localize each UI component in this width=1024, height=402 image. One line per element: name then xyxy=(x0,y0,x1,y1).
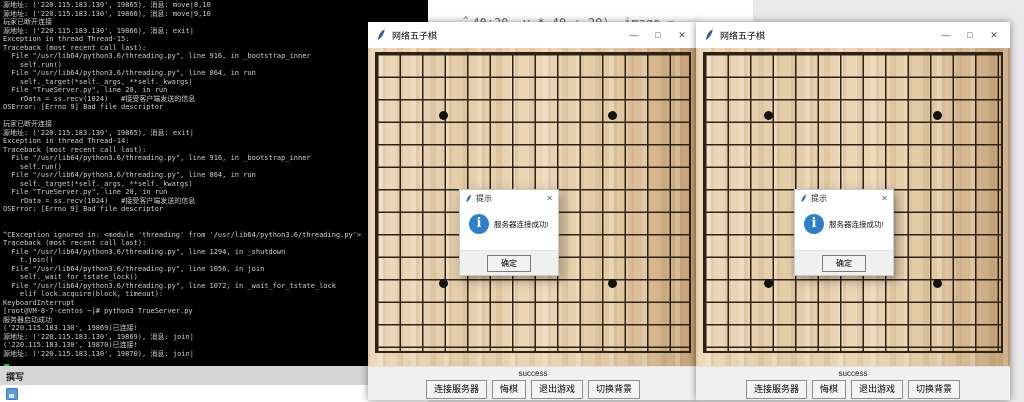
terminal-window[interactable]: 源地址: ('220.115.183.130', 19865), 消息: mov… xyxy=(0,0,428,366)
minimize-button[interactable]: — xyxy=(934,30,958,40)
star-point xyxy=(764,111,773,120)
dialog-message: 服务器连接成功! xyxy=(829,219,884,230)
undo-button[interactable]: 悔棋 xyxy=(812,380,846,399)
close-button[interactable]: ✕ xyxy=(670,30,694,41)
terminal-line: rData = ss.recv(1024) #接受客户端发送的信息 xyxy=(3,95,428,104)
terminal-line: 源地址: ('220.115.183.130', 19866), 消息: exi… xyxy=(3,27,428,36)
terminal-line: self.run() xyxy=(3,163,428,172)
star-point xyxy=(764,279,773,288)
control-bar: success 连接服务器 悔棋 退出游戏 切换背景 xyxy=(368,366,698,400)
terminal-line: Traceback (most recent call last): xyxy=(3,44,428,53)
dialog-message: 服务器连接成功! xyxy=(494,219,549,230)
terminal-line: t.join() xyxy=(3,256,428,265)
minimize-button[interactable]: — xyxy=(622,30,646,40)
terminal-line: 服务器启动成功 xyxy=(3,316,428,325)
terminal-line: File "TrueServer.py", line 20, in run xyxy=(3,86,428,95)
star-point xyxy=(933,279,942,288)
terminal-line: Exception in thread Thread-15: xyxy=(3,35,428,44)
exit-game-button[interactable]: 退出游戏 xyxy=(531,380,583,399)
terminal-line: 源地址: ('220.115.183.130', 19865), 消息: exi… xyxy=(3,129,428,138)
control-bar: success 连接服务器 悔棋 退出游戏 切换背景 xyxy=(696,366,1010,400)
terminal-line: [root@VM-8-7-centos ~]# python3 TrueServ… xyxy=(3,307,428,316)
window-titlebar: 网络五子棋 — □ ✕ xyxy=(368,22,698,48)
terminal-line xyxy=(3,214,428,223)
window-titlebar: 网络五子棋 — □ ✕ xyxy=(696,22,1010,48)
status-text: success xyxy=(368,369,698,378)
compose-label: 撰写 xyxy=(6,372,24,382)
terminal-line: File "TrueServer.py", line 20, in run xyxy=(3,188,428,197)
info-icon: i xyxy=(469,214,489,234)
connect-server-button[interactable]: 连接服务器 xyxy=(746,380,807,399)
star-point xyxy=(608,279,617,288)
ok-button[interactable]: 确定 xyxy=(487,255,531,272)
undo-button[interactable]: 悔棋 xyxy=(492,380,526,399)
terminal-line: elif lock.acquire(block, timeout): xyxy=(3,290,428,299)
terminal-line: KeyboardInterrupt xyxy=(3,299,428,308)
screen: ^40+20, y * 40 + 20), image = 源地址: ('220… xyxy=(0,0,1024,402)
terminal-line: Exception in thread Thread-14: xyxy=(3,137,428,146)
ok-button[interactable]: 确定 xyxy=(822,255,866,272)
terminal-line xyxy=(3,222,428,231)
compose-bar: 撰写 xyxy=(0,366,428,385)
game-window-2: 网络五子棋 — □ ✕ success 连接服务器 悔棋 退出游戏 切换背景 xyxy=(696,22,1010,400)
game-window-1: 网络五子棋 — □ ✕ success 连接服务器 悔棋 退出游戏 切换背景 xyxy=(368,22,698,400)
attachment-icon[interactable] xyxy=(6,388,18,400)
switch-background-button[interactable]: 切换背景 xyxy=(908,380,960,399)
dialog-title: 提示 xyxy=(811,193,881,204)
maximize-button[interactable]: □ xyxy=(646,30,670,40)
terminal-line: ('220.115.183.130', 19870)已连接! xyxy=(3,341,428,350)
dialog-close-button[interactable]: ✕ xyxy=(546,194,553,203)
terminal-line: File "/usr/lib64/python3.6/threading.py"… xyxy=(3,154,428,163)
close-button[interactable]: ✕ xyxy=(982,30,1006,41)
compose-area[interactable] xyxy=(0,385,428,402)
message-dialog: 提示 ✕ i 服务器连接成功! 确定 xyxy=(794,189,894,276)
exit-game-button[interactable]: 退出游戏 xyxy=(851,380,903,399)
dialog-titlebar: 提示 ✕ xyxy=(460,190,558,206)
terminal-line: self._wait_for_tstate_lock() xyxy=(3,273,428,282)
info-icon: i xyxy=(804,214,824,234)
terminal-line xyxy=(3,112,428,121)
terminal-line: 玩家已断开连接 xyxy=(3,18,428,27)
terminal-line: File "/usr/lib64/python3.6/threading.py"… xyxy=(3,248,428,257)
star-point xyxy=(933,111,942,120)
terminal-line: Traceback (most recent call last): xyxy=(3,146,428,155)
window-title: 网络五子棋 xyxy=(392,29,437,42)
feather-icon xyxy=(704,29,714,41)
terminal-line: File "/usr/lib64/python3.6/threading.py"… xyxy=(3,52,428,61)
window-title: 网络五子棋 xyxy=(720,29,765,42)
terminal-line: File "/usr/lib64/python3.6/threading.py"… xyxy=(3,171,428,180)
terminal-line: Traceback (most recent call last): xyxy=(3,239,428,248)
feather-icon xyxy=(376,29,386,41)
terminal-line: ^CException ignored in: <module 'threadi… xyxy=(3,231,428,240)
terminal-line: rData = ss.recv(1024) #接受客户端发送的信息 xyxy=(3,197,428,206)
dialog-close-button[interactable]: ✕ xyxy=(881,194,888,203)
feather-icon xyxy=(465,194,472,203)
terminal-line: 源地址: ('220.115.183.130', 19866), 消息: mov… xyxy=(3,10,428,19)
terminal-line: File "/usr/lib64/python3.6/threading.py"… xyxy=(3,282,428,291)
dialog-titlebar: 提示 ✕ xyxy=(795,190,893,206)
terminal-line: self._target(*self._args, **self._kwargs… xyxy=(3,78,428,87)
terminal-line: 源地址: ('220.115.183.130', 19865), 消息: mov… xyxy=(3,1,428,10)
terminal-line: self._target(*self._args, **self._kwargs… xyxy=(3,180,428,189)
terminal-line: OSError: [Errno 9] Bad file descriptor xyxy=(3,205,428,214)
message-dialog: 提示 ✕ i 服务器连接成功! 确定 xyxy=(459,189,559,276)
terminal-line: File "/usr/lib64/python3.6/threading.py"… xyxy=(3,69,428,78)
terminal-line: File "/usr/lib64/python3.6/threading.py"… xyxy=(3,265,428,274)
feather-icon xyxy=(800,194,807,203)
connect-server-button[interactable]: 连接服务器 xyxy=(426,380,487,399)
switch-background-button[interactable]: 切换背景 xyxy=(588,380,640,399)
status-text: success xyxy=(696,369,1010,378)
maximize-button[interactable]: □ xyxy=(958,30,982,40)
dialog-title: 提示 xyxy=(476,193,546,204)
terminal-line: OSError: [Errno 9] Bad file descriptor xyxy=(3,103,428,112)
terminal-line: self.run() xyxy=(3,61,428,70)
star-point xyxy=(439,279,448,288)
terminal-line: 源地址: ('220.115.183.130', 19870), 消息: joi… xyxy=(3,350,428,359)
code-editor-strip: ^40+20, y * 40 + 20), image = xyxy=(428,0,753,22)
terminal-line: ('220.115.183.130', 19869)已连接! xyxy=(3,324,428,333)
star-point xyxy=(439,111,448,120)
terminal-line: 玩家已断开连接 xyxy=(3,120,428,129)
terminal-line: 源地址: ('220.115.183.130', 19869), 消息: joi… xyxy=(3,333,428,342)
star-point xyxy=(608,111,617,120)
